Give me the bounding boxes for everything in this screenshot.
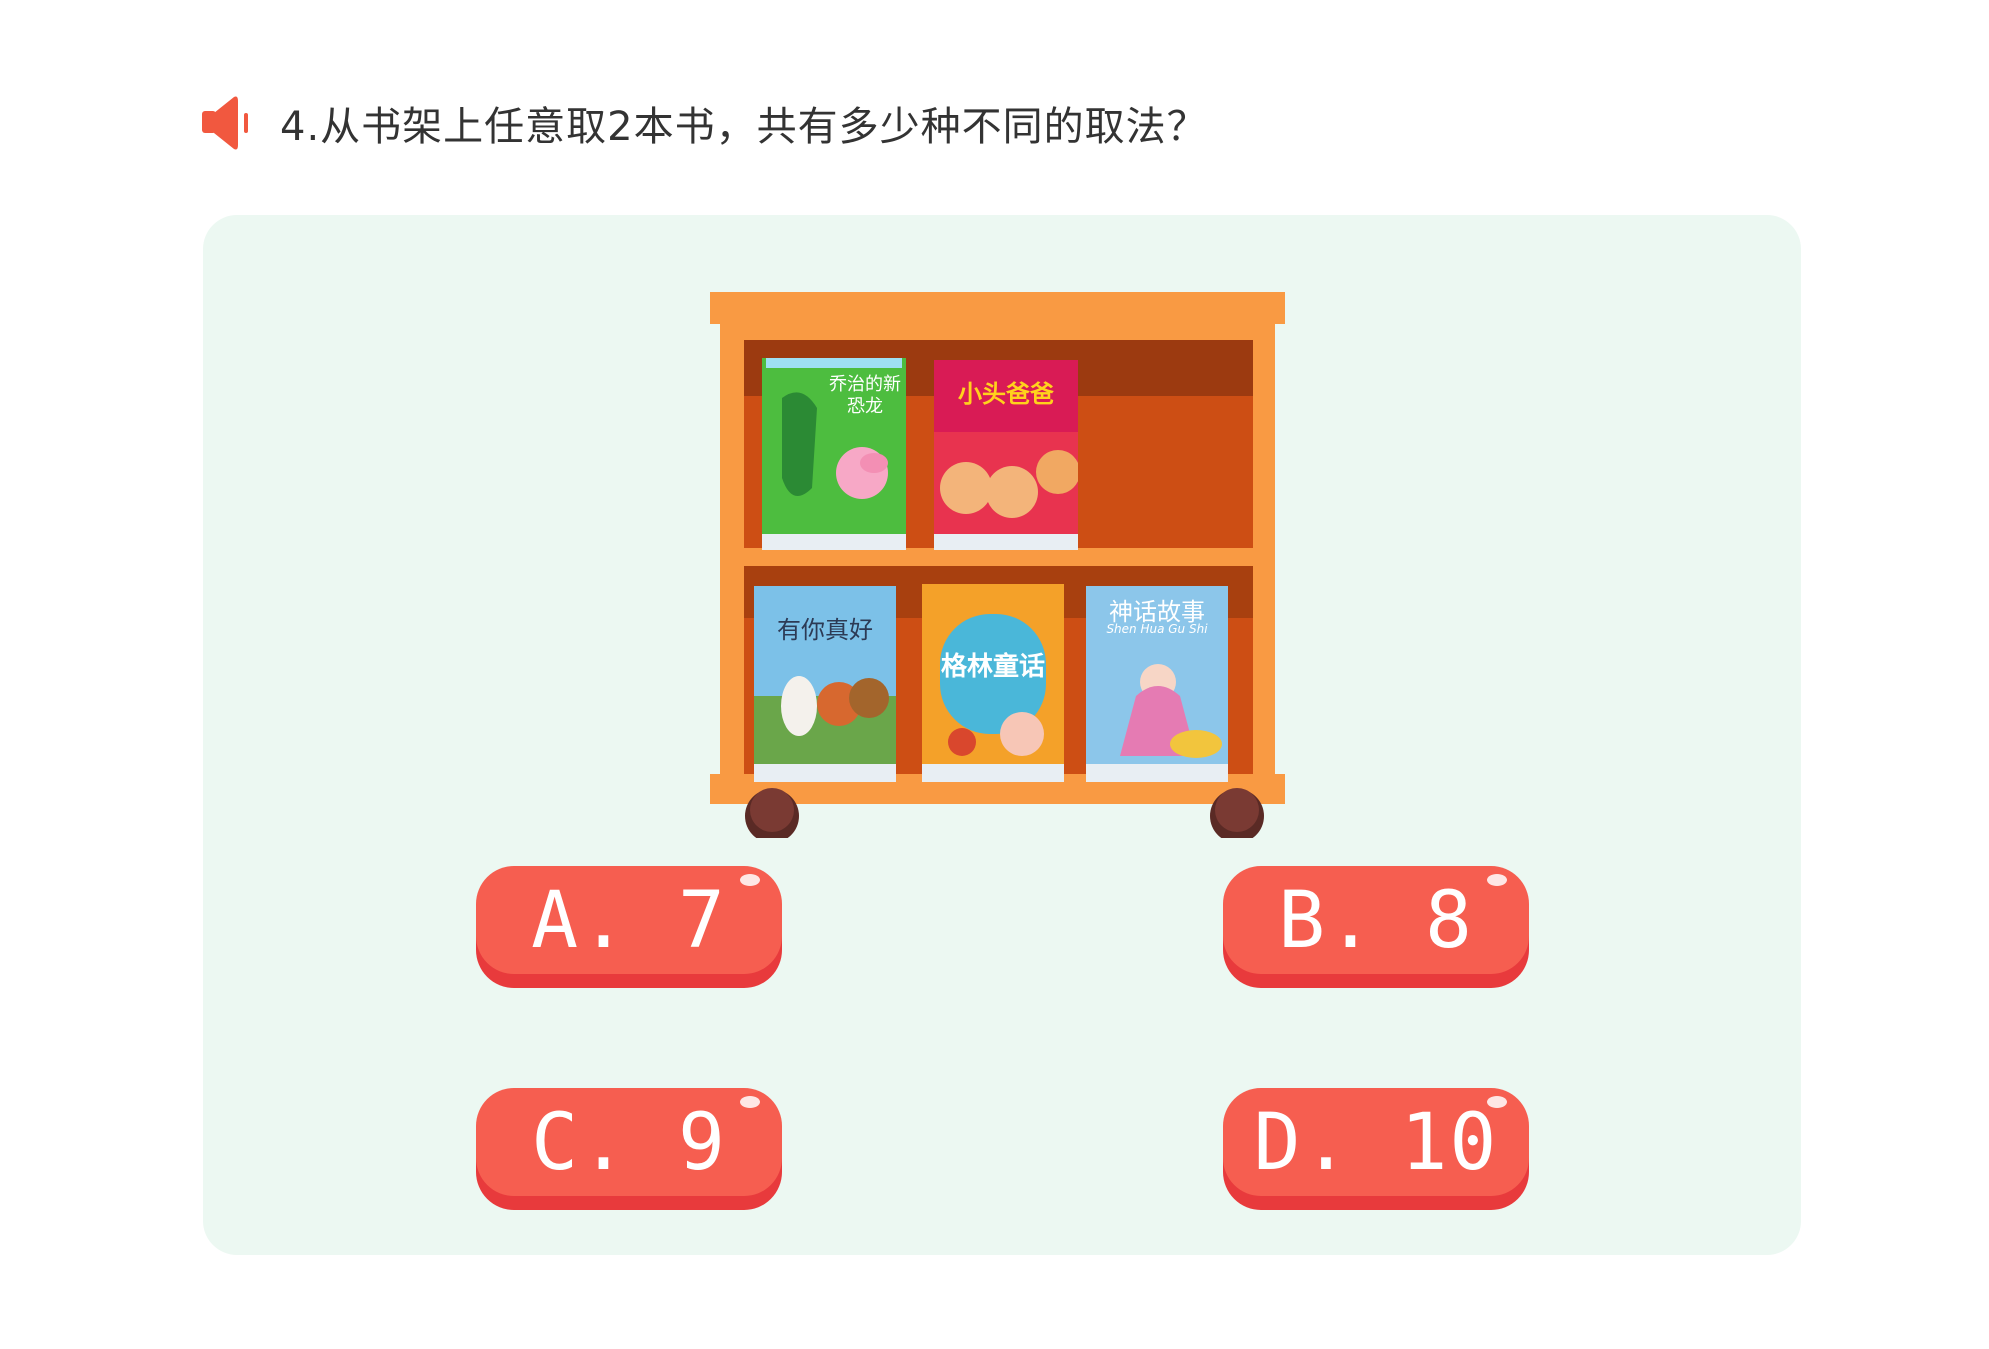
option-c-button[interactable]: C. 9	[476, 1088, 782, 1210]
book-title: 格林童话	[940, 652, 1045, 682]
speaker-icon[interactable]	[200, 93, 260, 153]
bookshelf-illustration: 乔治的新恐龙 小头爸爸 有你真好 格林童话 神话故事 Shen Hua Gu S…	[710, 288, 1285, 843]
option-c-label: C. 9	[531, 1098, 727, 1188]
option-b-label: B. 8	[1278, 876, 1474, 966]
book-subtitle: Shen Hua Gu Shi	[1106, 622, 1208, 636]
book-cover: 神话故事 Shen Hua Gu Shi	[1086, 586, 1228, 782]
book-cover: 乔治的新恐龙	[762, 358, 906, 550]
book-cover: 小头爸爸	[934, 360, 1078, 550]
option-d-button[interactable]: D. 10	[1223, 1088, 1529, 1210]
option-d-label: D. 10	[1253, 1098, 1499, 1188]
book-cover: 格林童话	[922, 584, 1064, 782]
question-text: 4.从书架上任意取2本书，共有多少种不同的取法？	[280, 104, 1208, 150]
question-row: 4.从书架上任意取2本书，共有多少种不同的取法？	[200, 88, 1208, 158]
option-a-button[interactable]: A. 7	[476, 866, 782, 988]
option-a-label: A. 7	[531, 876, 727, 966]
book-title: 有你真好	[777, 616, 873, 644]
book-title: 小头爸爸	[958, 380, 1054, 408]
book-cover: 有你真好	[754, 586, 896, 782]
book-title: 乔治的新恐龙	[829, 374, 901, 417]
option-b-button[interactable]: B. 8	[1223, 866, 1529, 988]
